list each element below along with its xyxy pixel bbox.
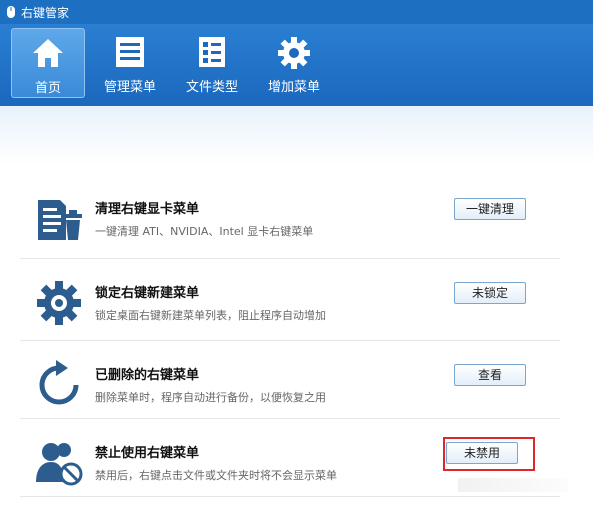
- refresh-icon: [39, 360, 79, 405]
- mouse-icon: [7, 6, 15, 18]
- tab-manage-menu[interactable]: 管理菜单: [93, 28, 167, 98]
- home-icon: [33, 39, 63, 67]
- title-bar: 右键管家: [0, 0, 593, 24]
- feature-description: 锁定桌面右键新建菜单列表，阻止程序自动增加: [95, 309, 326, 322]
- menu-list-icon: [116, 37, 144, 67]
- feature-description: 删除菜单时，程序自动进行备份，以便恢复之用: [95, 391, 326, 404]
- feature-title: 锁定右键新建菜单: [95, 286, 200, 301]
- feature-title: 清理右键显卡菜单: [95, 202, 200, 217]
- feature-row-clean-gpu-menu: 清理右键显卡菜单 一键清理 ATI、NVIDIA、Intel 显卡右键菜单 一键…: [20, 178, 560, 258]
- feature-description: 禁用后，右键点击文件或文件夹时将不会显示菜单: [95, 469, 337, 482]
- tab-file-types[interactable]: 文件类型: [175, 28, 249, 98]
- view-button[interactable]: 查看: [454, 364, 526, 386]
- tab-manage-menu-label: 管理菜单: [103, 80, 156, 95]
- feature-row-deleted-menus: 已删除的右键菜单 删除菜单时，程序自动进行备份，以便恢复之用 查看: [20, 344, 560, 424]
- tab-add-menu[interactable]: 增加菜单: [257, 28, 331, 98]
- clean-document-trash-icon: [38, 200, 82, 240]
- feature-description: 一键清理 ATI、NVIDIA、Intel 显卡右键菜单: [95, 225, 314, 238]
- gear-icon: [278, 37, 310, 69]
- tab-home[interactable]: 首页: [11, 28, 85, 98]
- header-gradient-band: [0, 106, 593, 166]
- main-toolbar: 首页 管理菜单 文件类型 增加菜单: [0, 24, 593, 106]
- tab-file-types-label: 文件类型: [185, 80, 238, 95]
- row-divider: [20, 340, 560, 341]
- watermark-smudge: [458, 478, 568, 492]
- users-block-icon: [36, 443, 83, 486]
- tab-add-menu-label: 增加菜单: [267, 80, 320, 95]
- feature-row-lock-new-menu: 锁定右键新建菜单 锁定桌面右键新建菜单列表，阻止程序自动增加 未锁定: [20, 262, 560, 342]
- row-divider: [20, 418, 560, 419]
- row-divider: [20, 258, 560, 259]
- row-divider: [20, 496, 560, 497]
- lock-toggle-button[interactable]: 未锁定: [454, 282, 526, 304]
- red-highlight-box: [443, 437, 535, 471]
- gear-icon: [37, 281, 81, 325]
- window-title: 右键管家: [21, 5, 70, 20]
- feature-title: 已删除的右键菜单: [95, 368, 200, 383]
- one-click-clean-button[interactable]: 一键清理: [454, 198, 526, 220]
- file-types-icon: [199, 37, 225, 67]
- tab-home-label: 首页: [34, 81, 61, 96]
- feature-title: 禁止使用右键菜单: [95, 446, 200, 461]
